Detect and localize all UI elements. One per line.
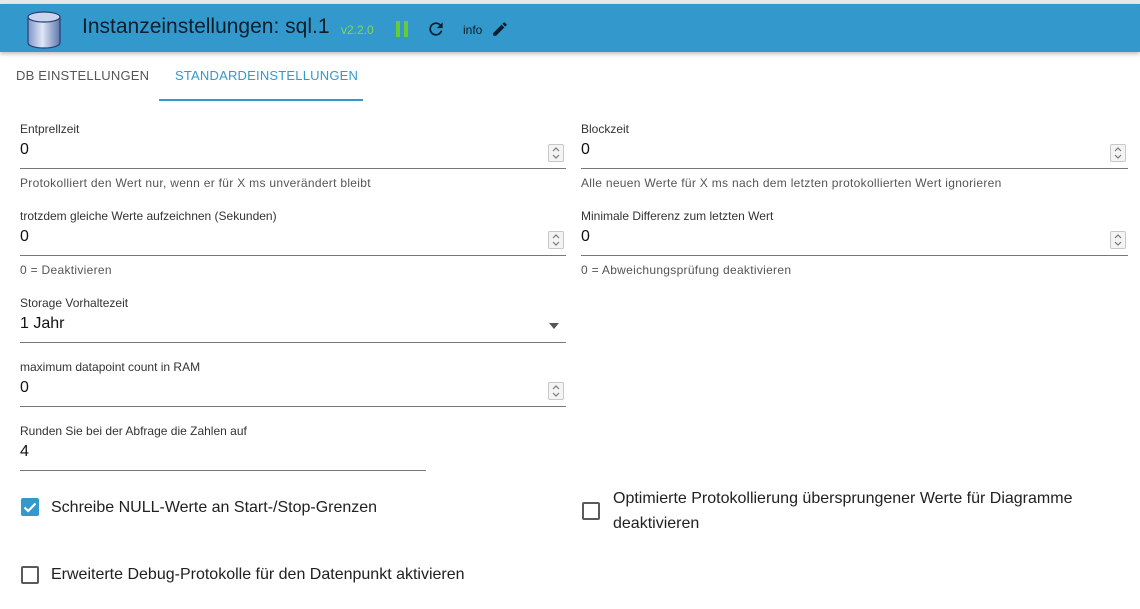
app-bar: Instanzeinstellungen: sql.1 v2.2.0 info <box>0 4 1140 52</box>
info-link[interactable]: info <box>463 23 482 37</box>
page-title: Instanzeinstellungen: sql.1 <box>82 15 330 38</box>
blockzeit-label: Blockzeit <box>581 122 630 136</box>
gleiche-werte-help: 0 = Deaktivieren <box>20 263 112 277</box>
pause-icon[interactable] <box>394 20 410 38</box>
reload-icon[interactable] <box>426 19 446 39</box>
max-datapoints-underline <box>20 406 566 407</box>
tab-standardeinstellungen[interactable]: STANDARDEINSTELLUNGEN <box>175 68 358 102</box>
entprellzeit-input[interactable]: 0 <box>20 141 29 159</box>
storage-underline <box>20 342 566 343</box>
gleiche-werte-underline <box>20 255 566 256</box>
entprellzeit-help: Protokolliert den Wert nur, wenn er für … <box>20 176 371 190</box>
optimierte-label[interactable]: Optimierte Protokollierung übersprungene… <box>613 486 1113 536</box>
gleiche-werte-spinner[interactable] <box>548 231 564 249</box>
database-icon <box>27 11 61 49</box>
null-werte-label[interactable]: Schreibe NULL-Werte an Start-/Stop-Grenz… <box>51 495 551 520</box>
blockzeit-field[interactable]: Blockzeit 0 Alle neuen Werte für X ms na… <box>581 122 1128 192</box>
entprellzeit-underline <box>20 168 566 169</box>
storage-select[interactable]: Storage Vorhaltezeit 1 Jahr <box>20 296 566 344</box>
max-datapoints-label: maximum datapoint count in RAM <box>20 360 201 374</box>
min-differenz-spinner[interactable] <box>1110 231 1126 249</box>
entprellzeit-field[interactable]: Entprellzeit 0 Protokolliert den Wert nu… <box>20 122 566 192</box>
storage-selected-value[interactable]: 1 Jahr <box>20 315 64 333</box>
min-differenz-underline <box>581 255 1128 256</box>
gleiche-werte-field[interactable]: trotzdem gleiche Werte aufzeichnen (Seku… <box>20 209 566 279</box>
runden-underline <box>20 470 426 471</box>
max-datapoints-spinner[interactable] <box>548 382 564 400</box>
min-differenz-field[interactable]: Minimale Differenz zum letzten Wert 0 0 … <box>581 209 1128 279</box>
debug-checkbox[interactable] <box>21 566 39 584</box>
edit-icon[interactable] <box>491 20 509 38</box>
max-datapoints-input[interactable]: 0 <box>20 379 29 397</box>
blockzeit-spinner[interactable] <box>1110 144 1126 162</box>
chevron-down-icon[interactable] <box>548 322 560 330</box>
runden-label: Runden Sie bei der Abfrage die Zahlen au… <box>20 424 247 438</box>
null-werte-checkbox[interactable] <box>21 498 39 516</box>
gleiche-werte-label: trotzdem gleiche Werte aufzeichnen (Seku… <box>20 209 277 223</box>
min-differenz-label: Minimale Differenz zum letzten Wert <box>581 209 774 223</box>
max-datapoints-field[interactable]: maximum datapoint count in RAM 0 <box>20 360 566 408</box>
optimierte-checkbox[interactable] <box>582 502 600 520</box>
entprellzeit-label: Entprellzeit <box>20 122 80 136</box>
runden-field[interactable]: Runden Sie bei der Abfrage die Zahlen au… <box>20 424 426 472</box>
tab-db-einstellungen[interactable]: DB EINSTELLUNGEN <box>16 68 149 102</box>
min-differenz-input[interactable]: 0 <box>581 228 590 246</box>
checkmark-icon <box>23 502 37 513</box>
gleiche-werte-input[interactable]: 0 <box>20 228 29 246</box>
blockzeit-input[interactable]: 0 <box>581 141 590 159</box>
blockzeit-help: Alle neuen Werte für X ms nach dem letzt… <box>581 176 1002 190</box>
active-tab-indicator <box>159 99 363 101</box>
blockzeit-underline <box>581 168 1128 169</box>
entprellzeit-spinner[interactable] <box>548 144 564 162</box>
storage-label: Storage Vorhaltezeit <box>20 296 129 310</box>
debug-label[interactable]: Erweiterte Debug-Protokolle für den Date… <box>51 562 571 587</box>
min-differenz-help: 0 = Abweichungsprüfung deaktivieren <box>581 263 792 277</box>
version-badge: v2.2.0 <box>341 23 374 37</box>
runden-input[interactable]: 4 <box>20 443 29 461</box>
